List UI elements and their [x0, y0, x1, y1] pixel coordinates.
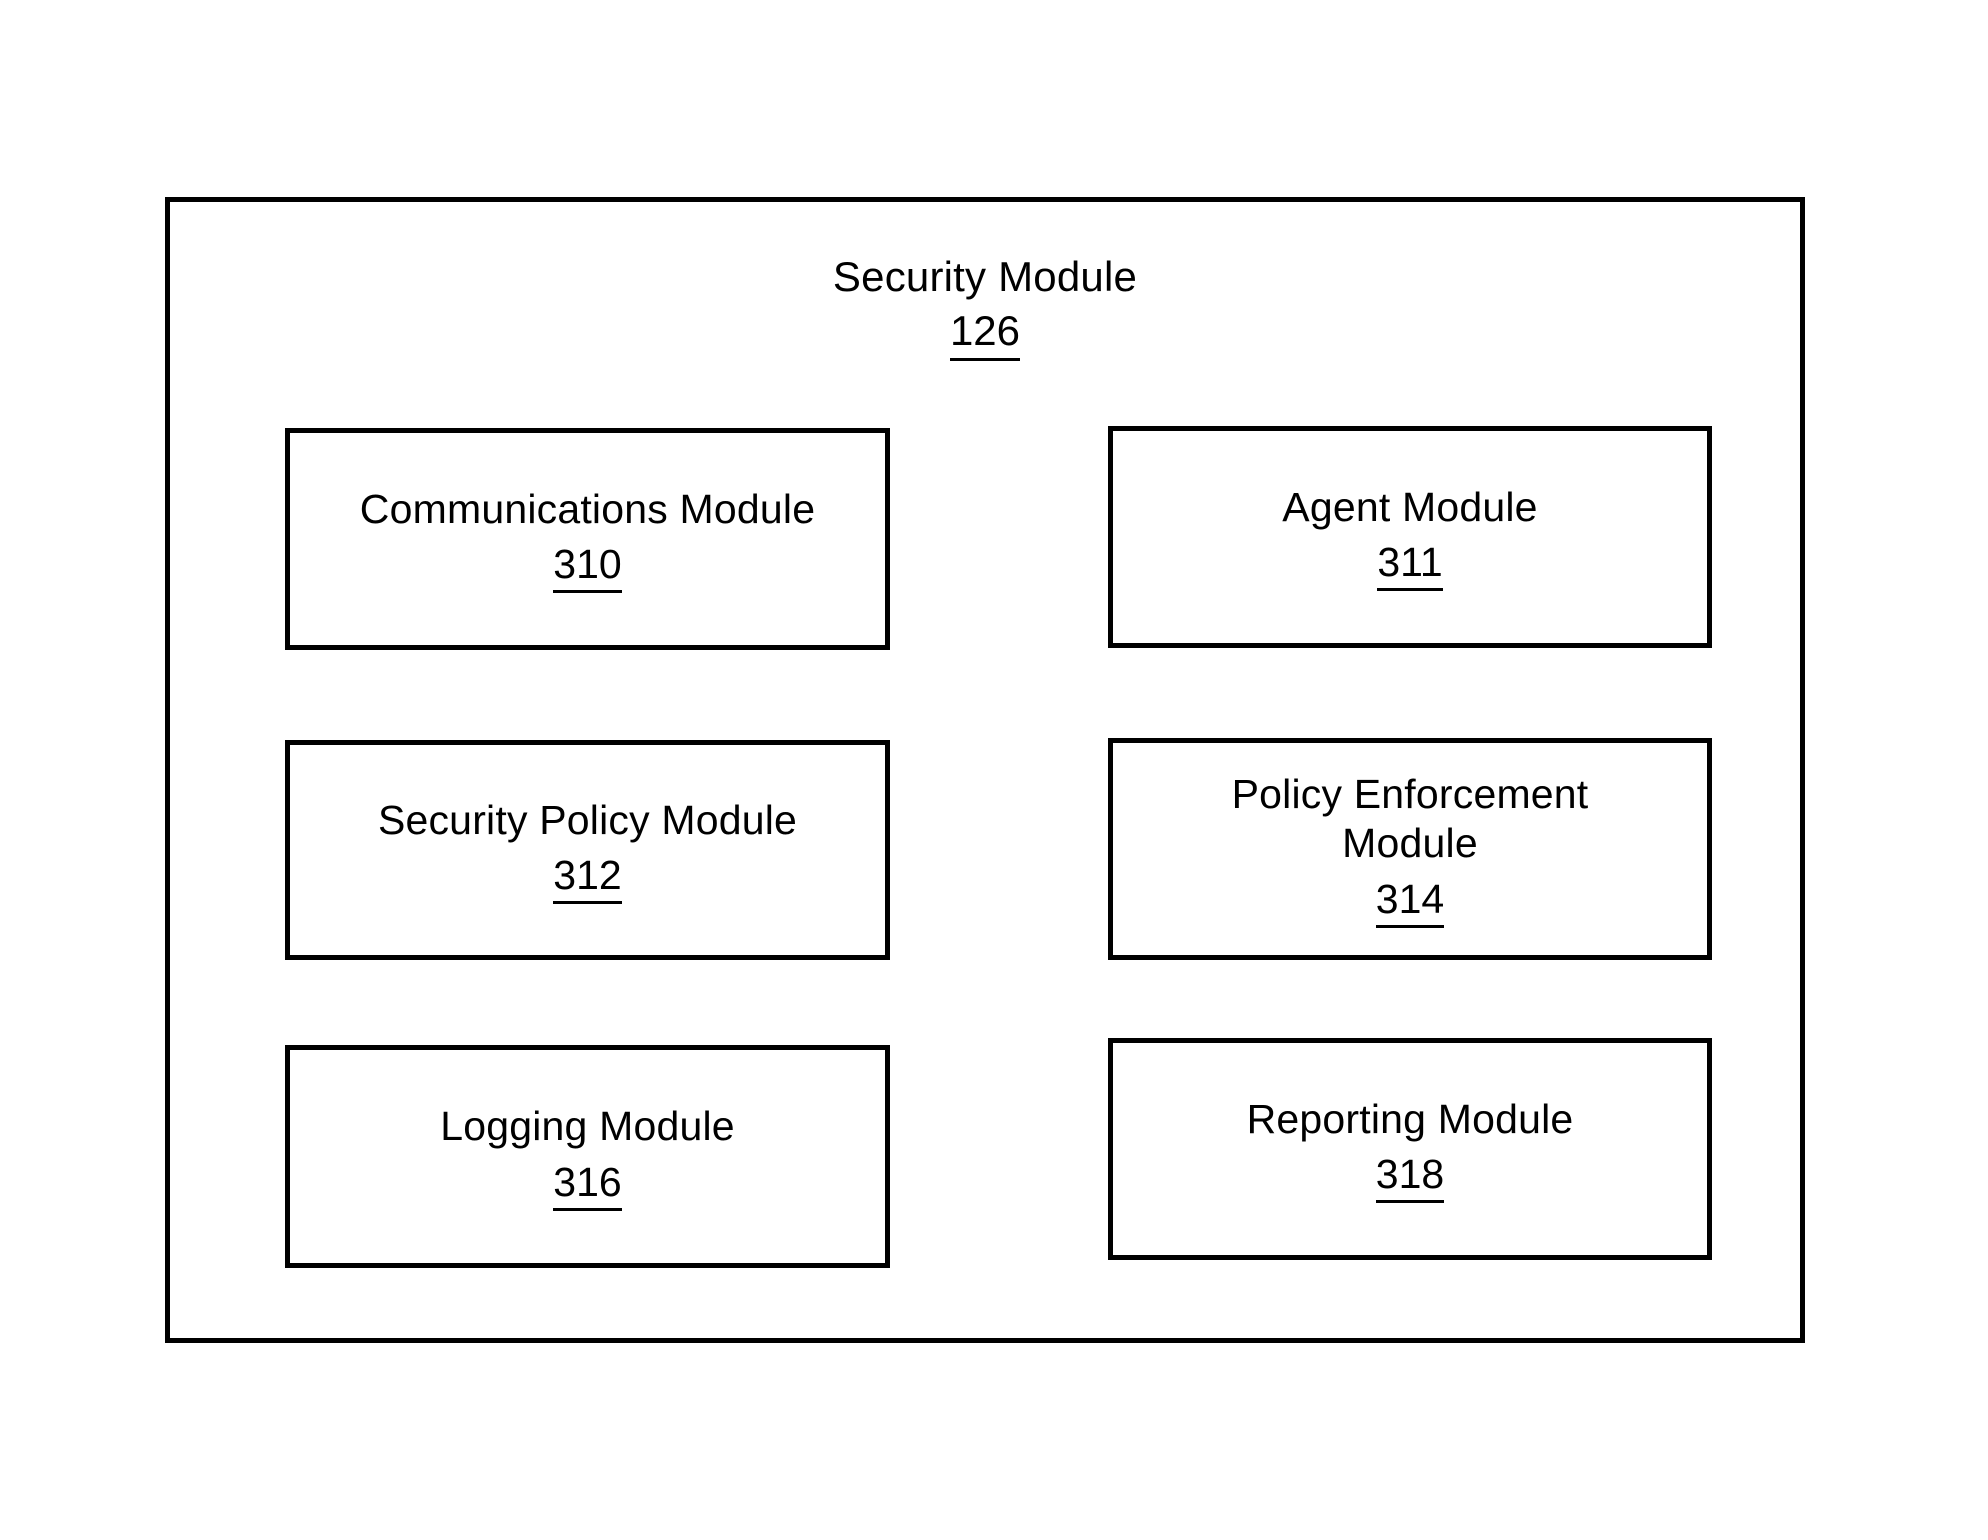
module-reference-numeral-312: 312 [553, 851, 622, 905]
module-box-policy-enforcement-module: Policy Enforcement Module 314 [1108, 738, 1712, 960]
security-module-reference-numeral: 126 [949, 306, 1021, 361]
module-box-reporting-module: Reporting Module 318 [1108, 1038, 1712, 1260]
module-label-logging-module: Logging Module [440, 1103, 735, 1150]
module-box-agent-module: Agent Module 311 [1108, 426, 1712, 648]
module-label-reporting-module: Reporting Module [1246, 1095, 1574, 1142]
module-box-logging-module: Logging Module 316 [285, 1045, 890, 1268]
module-box-communications-module: Communications Module 310 [285, 428, 890, 650]
security-module-title: Security Module [832, 253, 1138, 300]
module-reference-numeral-318: 318 [1375, 1150, 1445, 1204]
module-box-security-policy-module: Security Policy Module 312 [285, 740, 890, 960]
module-label-communications-module: Communications Module [359, 485, 816, 532]
module-label-agent-module: Agent Module [1282, 483, 1538, 530]
module-reference-numeral-310: 310 [553, 540, 622, 594]
module-reference-numeral-311: 311 [1377, 538, 1443, 592]
module-label-policy-enforcement-module: Policy Enforcement Module [1231, 771, 1589, 867]
module-reference-numeral-314: 314 [1375, 875, 1445, 928]
security-module-title-block: Security Module 126 [170, 252, 1800, 361]
security-module-container: Security Module 126 Communications Modul… [165, 197, 1805, 1343]
module-label-security-policy-module: Security Policy Module [377, 796, 798, 843]
module-reference-numeral-316: 316 [553, 1158, 622, 1211]
